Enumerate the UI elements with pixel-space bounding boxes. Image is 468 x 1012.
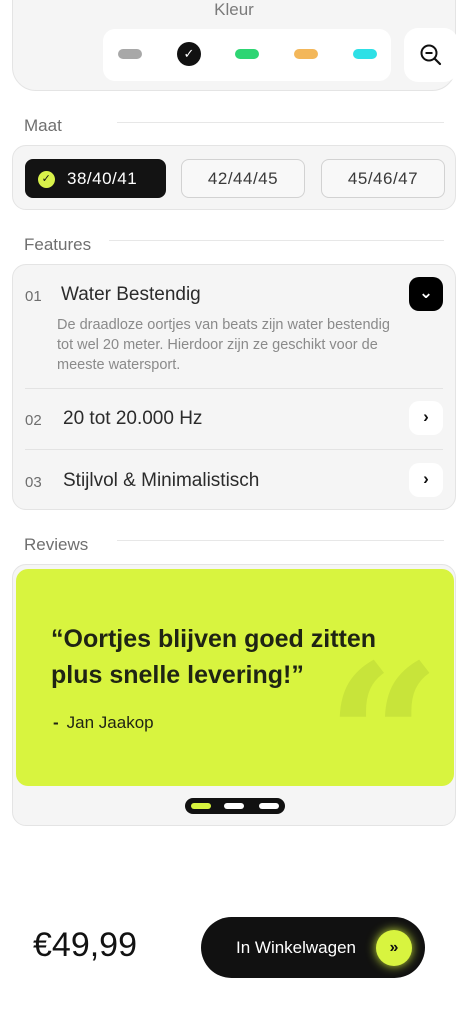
feature-number: 02 <box>25 412 42 429</box>
feature-title: 20 tot 20.000 Hz <box>63 408 203 429</box>
color-swatch-black[interactable]: ✓ <box>177 42 201 66</box>
zoom-out-button[interactable] <box>404 28 458 82</box>
check-icon: ✓ <box>183 46 195 61</box>
divider <box>109 240 444 241</box>
carousel-dot-3[interactable] <box>259 803 279 809</box>
feature-title: Water Bestendig <box>61 284 201 305</box>
size-option-label: 38/40/41 <box>67 169 138 188</box>
review-slide[interactable]: “ “Oortjes blijven goed zitten plus snel… <box>16 569 454 786</box>
size-option-label: 42/44/45 <box>207 169 279 188</box>
carousel-dot-2[interactable] <box>224 803 244 809</box>
add-to-cart-button[interactable]: In Winkelwagen » <box>201 917 425 978</box>
color-swatch-orange[interactable] <box>294 49 318 59</box>
reviews-heading: Reviews <box>24 535 89 554</box>
divider <box>117 122 444 123</box>
zoom-out-icon <box>420 44 442 66</box>
feature-number: 01 <box>25 288 42 305</box>
features-heading: Features <box>24 235 92 254</box>
review-author: - Jan Jaakop <box>53 713 154 733</box>
feature-item-hz[interactable]: 02 20 tot 20.000 Hz › <box>13 389 455 449</box>
features-card: 01 Water Bestendig De draadloze oortjes … <box>12 264 456 510</box>
size-selector-card: ✓ 38/40/41 42/44/45 45/46/47 <box>12 145 456 210</box>
color-title: Kleur <box>214 0 254 19</box>
double-chevron-right-icon: » <box>376 930 412 966</box>
product-page: Kleur ✓ Maat ✓ 38/40/41 42/44/45 45/46/4… <box>0 0 468 1012</box>
author-name: Jan Jaakop <box>66 713 154 732</box>
chevron-right-icon[interactable]: › <box>409 401 443 435</box>
color-swatch-green[interactable] <box>235 49 259 59</box>
color-swatch-grey[interactable] <box>118 49 142 59</box>
size-option-42-44-45[interactable]: 42/44/45 <box>181 159 305 198</box>
check-icon: ✓ <box>38 171 55 188</box>
review-quote: “Oortjes blijven goed zitten plus snelle… <box>51 625 377 689</box>
feature-number: 03 <box>25 474 42 491</box>
chevron-right-icon[interactable]: › <box>409 463 443 497</box>
size-heading: Maat <box>24 116 62 135</box>
feature-title: Stijlvol & Minimalistisch <box>63 470 260 491</box>
chevron-down-icon[interactable]: ⌄ <box>409 277 443 311</box>
carousel-dot-1[interactable] <box>191 803 211 809</box>
size-option-45-46-47[interactable]: 45/46/47 <box>321 159 445 198</box>
color-swatch-bar: ✓ <box>103 29 391 81</box>
color-swatch-cyan[interactable] <box>353 49 377 59</box>
feature-item-water[interactable]: 01 Water Bestendig De draadloze oortjes … <box>13 265 455 388</box>
add-to-cart-label: In Winkelwagen <box>236 938 357 957</box>
size-option-label: 45/46/47 <box>347 169 419 188</box>
size-option-38-40-41[interactable]: ✓ 38/40/41 <box>25 159 166 198</box>
author-dash: - <box>53 713 59 732</box>
reviews-card: “ “Oortjes blijven goed zitten plus snel… <box>12 564 456 826</box>
carousel-indicator[interactable] <box>185 798 285 814</box>
feature-item-style[interactable]: 03 Stijlvol & Minimalistisch › <box>13 450 455 510</box>
divider <box>117 540 444 541</box>
product-price: €49,99 <box>33 926 137 964</box>
feature-description: De draadloze oortjes van beats zijn wate… <box>57 317 390 373</box>
color-selector-card: Kleur ✓ <box>12 0 458 91</box>
